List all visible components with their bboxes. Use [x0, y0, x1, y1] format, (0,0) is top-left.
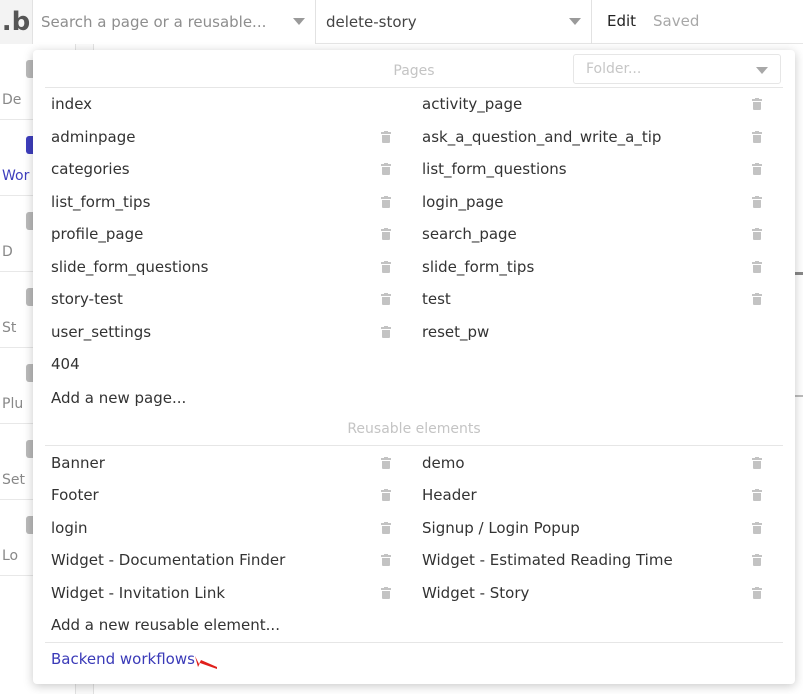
canvas-element — [795, 395, 803, 397]
trash-icon[interactable] — [381, 163, 391, 175]
page-item-categories[interactable]: categories — [51, 153, 130, 185]
current-page-selector[interactable]: delete-story — [316, 0, 592, 44]
trash-icon[interactable] — [752, 163, 762, 175]
trash-icon[interactable] — [752, 261, 762, 273]
page-item-activity-page[interactable]: activity_page — [422, 88, 522, 120]
reusable-item-widget-story[interactable]: Widget - Story — [422, 577, 529, 609]
add-reusable-link[interactable]: Add a new reusable element... — [51, 616, 280, 634]
page-item-story-test[interactable]: story-test — [51, 283, 123, 315]
reusable-item-documentation-finder[interactable]: Widget - Documentation Finder — [51, 544, 285, 576]
current-page-name: delete-story — [326, 13, 417, 31]
top-bar: .b delete-story Edit Saved — [0, 0, 803, 44]
page-item-user-settings[interactable]: user_settings — [51, 316, 151, 348]
page-item-reset-pw[interactable]: reset_pw — [422, 316, 489, 348]
page-item-list-form-tips[interactable]: list_form_tips — [51, 186, 150, 218]
divider — [45, 642, 783, 643]
page-item-test[interactable]: test — [422, 283, 451, 315]
backend-workflows-link[interactable]: Backend workflows — [51, 650, 195, 668]
chevron-down-icon[interactable] — [293, 18, 305, 25]
reusables-header-label: Reusable elements — [347, 420, 481, 437]
page-item-list-form-questions[interactable]: list_form_questions — [422, 153, 567, 185]
page-item-profile-page[interactable]: profile_page — [51, 218, 143, 250]
trash-icon[interactable] — [381, 196, 391, 208]
chevron-down-icon[interactable] — [756, 67, 768, 74]
trash-icon[interactable] — [752, 98, 762, 110]
trash-icon[interactable] — [752, 131, 762, 143]
page-item-index[interactable]: index — [51, 88, 92, 120]
page-item-search-page[interactable]: search_page — [422, 218, 517, 250]
trash-icon[interactable] — [752, 489, 762, 501]
pages-header-label: Pages — [393, 62, 435, 79]
trash-icon[interactable] — [381, 554, 391, 566]
trash-icon[interactable] — [381, 326, 391, 338]
edit-menu[interactable]: Edit — [607, 12, 636, 30]
annotation-arrow-icon — [195, 656, 217, 669]
folder-placeholder: Folder... — [586, 61, 642, 77]
page-item-ask-a-question[interactable]: ask_a_question_and_write_a_tip — [422, 121, 661, 153]
page-picker-dropdown: Pages Folder... index adminpage categori… — [33, 50, 795, 684]
page-item-slide-form-tips[interactable]: slide_form_tips — [422, 251, 534, 283]
trash-icon[interactable] — [752, 196, 762, 208]
reusable-item-footer[interactable]: Footer — [51, 479, 99, 511]
page-search-input[interactable] — [41, 13, 281, 31]
trash-icon[interactable] — [752, 457, 762, 469]
page-item-login-page[interactable]: login_page — [422, 186, 504, 218]
chevron-down-icon[interactable] — [569, 18, 581, 25]
reusable-item-demo[interactable]: demo — [422, 447, 465, 479]
page-item-slide-form-questions[interactable]: slide_form_questions — [51, 251, 209, 283]
add-page-link[interactable]: Add a new page... — [51, 389, 186, 407]
trash-icon[interactable] — [381, 293, 391, 305]
reusable-item-estimated-reading-time[interactable]: Widget - Estimated Reading Time — [422, 544, 673, 576]
folder-select[interactable]: Folder... — [573, 54, 781, 84]
trash-icon[interactable] — [381, 522, 391, 534]
reusable-item-login[interactable]: login — [51, 512, 88, 544]
save-status: Saved — [653, 12, 700, 30]
trash-icon[interactable] — [752, 522, 762, 534]
reusable-item-signup-login-popup[interactable]: Signup / Login Popup — [422, 512, 580, 544]
reusable-item-banner[interactable]: Banner — [51, 447, 105, 479]
trash-icon[interactable] — [752, 554, 762, 566]
reusables-section-header: Reusable elements — [45, 412, 783, 446]
page-item-adminpage[interactable]: adminpage — [51, 121, 135, 153]
canvas-element — [795, 272, 803, 275]
reusable-item-header[interactable]: Header — [422, 479, 477, 511]
trash-icon[interactable] — [752, 228, 762, 240]
trash-icon[interactable] — [752, 587, 762, 599]
trash-icon[interactable] — [752, 293, 762, 305]
bubble-logo-icon[interactable]: .b — [0, 0, 32, 44]
page-item-404[interactable]: 404 — [51, 348, 80, 380]
trash-icon[interactable] — [381, 261, 391, 273]
trash-icon[interactable] — [381, 457, 391, 469]
trash-icon[interactable] — [381, 131, 391, 143]
page-search-dropdown[interactable] — [32, 0, 316, 44]
trash-icon[interactable] — [381, 587, 391, 599]
reusable-item-invitation-link[interactable]: Widget - Invitation Link — [51, 577, 225, 609]
trash-icon[interactable] — [381, 228, 391, 240]
trash-icon[interactable] — [381, 489, 391, 501]
